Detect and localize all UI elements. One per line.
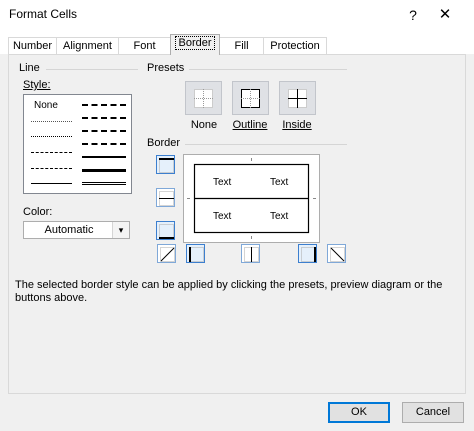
- help-icon[interactable]: ?: [400, 4, 426, 26]
- line-style-medium-dash-dot-dot[interactable]: [82, 104, 126, 106]
- tab-fill[interactable]: Fill: [219, 37, 264, 54]
- preview-text-bottom-right: Text: [270, 211, 289, 222]
- line-style-medium[interactable]: [82, 156, 126, 158]
- border-group-divider: [185, 144, 347, 145]
- color-dropdown[interactable]: Automatic ▾: [23, 221, 130, 239]
- tab-strip: Number Alignment Font Border Fill Protec…: [0, 30, 474, 55]
- border-inside-horizontal-icon: [159, 191, 174, 206]
- border-preview-diagram: [187, 158, 316, 239]
- border-inside-vertical-button[interactable]: [241, 244, 260, 263]
- preset-none-label: None: [190, 119, 218, 131]
- title-bar: Format Cells ? ✕: [0, 0, 474, 30]
- tab-border-label: Border: [175, 36, 215, 50]
- presets-group-divider: [189, 69, 347, 70]
- line-style-dash-dot-dot[interactable]: [31, 152, 72, 153]
- border-description: The selected border style can be applied…: [15, 279, 443, 304]
- preset-none-icon: [194, 89, 213, 108]
- line-style-medium-dash-dot[interactable]: [82, 130, 126, 132]
- line-style-thin[interactable]: [31, 183, 72, 184]
- ok-button[interactable]: OK: [328, 402, 390, 423]
- line-style-none[interactable]: None: [34, 100, 58, 111]
- border-bottom-button[interactable]: [156, 221, 175, 240]
- preview-text-top-left: Text: [213, 177, 232, 188]
- color-label: Color:: [23, 206, 53, 218]
- preset-outline-button[interactable]: [232, 81, 269, 115]
- line-style-dotted[interactable]: [31, 136, 72, 137]
- tab-number[interactable]: Number: [8, 37, 57, 54]
- border-bottom-icon: [159, 224, 174, 239]
- border-right-icon: [301, 247, 316, 262]
- border-right-button[interactable]: [298, 244, 317, 263]
- border-inside-horizontal-button[interactable]: [156, 188, 175, 207]
- line-group-divider: [46, 69, 138, 70]
- color-value: Automatic: [44, 224, 94, 236]
- line-style-list[interactable]: None: [23, 94, 132, 194]
- border-top-icon: [159, 158, 174, 173]
- format-cells-dialog: Format Cells ? ✕ Number Alignment Font B…: [0, 0, 474, 431]
- preset-inside-icon: [288, 89, 307, 108]
- preview-text-bottom-left: Text: [213, 211, 232, 222]
- chevron-down-icon[interactable]: ▾: [112, 222, 129, 238]
- border-group-label: Border: [147, 137, 181, 149]
- border-diagonal-down-button[interactable]: [327, 244, 346, 263]
- border-diagonal-up-button[interactable]: [157, 244, 176, 263]
- line-style-double[interactable]: [82, 182, 126, 185]
- preset-none-button[interactable]: [185, 81, 222, 115]
- close-icon[interactable]: ✕: [432, 4, 458, 26]
- border-diagonal-down-icon: [330, 247, 345, 262]
- line-style-medium-dashed[interactable]: [82, 143, 126, 145]
- border-left-button[interactable]: [186, 244, 205, 263]
- line-style-slanted-dash-dot[interactable]: [82, 117, 126, 119]
- preview-text-top-right: Text: [270, 177, 289, 188]
- border-top-button[interactable]: [156, 155, 175, 174]
- line-group-label: Line: [19, 62, 40, 74]
- border-tab-panel: Line Style: None Color: Automatic ▾ Pres…: [8, 54, 466, 394]
- dialog-title: Format Cells: [9, 7, 78, 21]
- line-style-thick[interactable]: [82, 169, 126, 172]
- tab-alignment[interactable]: Alignment: [56, 37, 119, 54]
- tab-protection[interactable]: Protection: [263, 37, 327, 54]
- tab-font[interactable]: Font: [118, 37, 171, 54]
- border-left-icon: [189, 247, 204, 262]
- cancel-button[interactable]: Cancel: [402, 402, 464, 423]
- style-label: Style:: [23, 79, 51, 91]
- border-preview[interactable]: Text Text Text Text: [183, 154, 320, 243]
- preset-outline-label: Outline: [232, 119, 268, 131]
- tab-border[interactable]: Border: [170, 34, 220, 55]
- line-style-dash-dot[interactable]: [31, 168, 72, 169]
- preset-inside-button[interactable]: [279, 81, 316, 115]
- border-inside-vertical-icon: [244, 247, 259, 262]
- line-style-hairline[interactable]: [31, 121, 72, 122]
- preset-outline-icon: [241, 89, 260, 108]
- border-diagonal-up-icon: [160, 247, 175, 262]
- presets-group-label: Presets: [147, 62, 185, 74]
- preset-inside-label: Inside: [282, 119, 312, 131]
